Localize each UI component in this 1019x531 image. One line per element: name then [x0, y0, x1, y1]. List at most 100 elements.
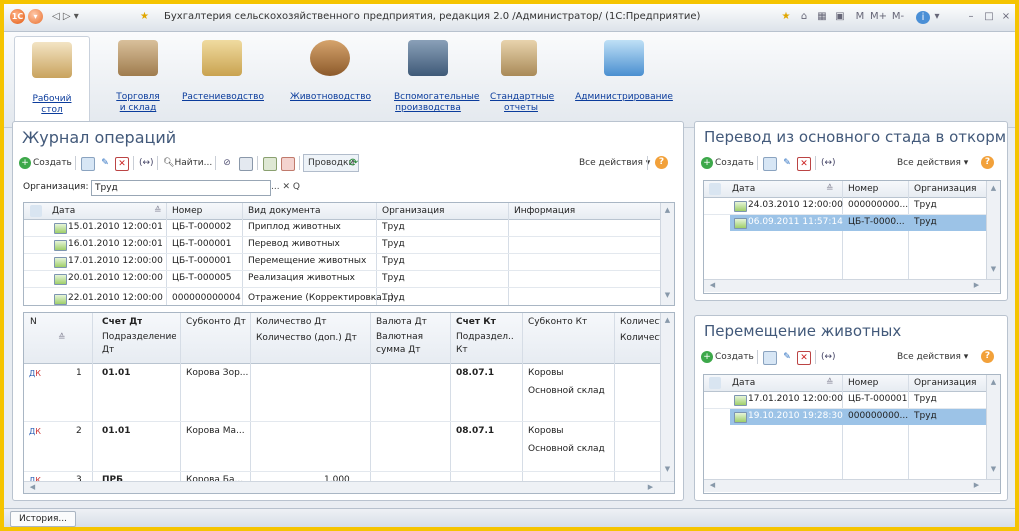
report-icon[interactable]: [263, 157, 277, 171]
transfer-scrollbar[interactable]: ▲ ▼: [986, 181, 1000, 279]
m-plus-button[interactable]: M+: [870, 10, 887, 24]
col-number[interactable]: Номер: [172, 204, 202, 219]
back-icon[interactable]: ◁ ▷ ▾: [52, 10, 79, 24]
star-icon[interactable]: ★: [779, 10, 793, 24]
help-icon[interactable]: ?: [981, 350, 994, 363]
info-dropdown-icon[interactable]: ▾: [932, 10, 942, 24]
all-actions-button[interactable]: Все действия ▾: [897, 154, 968, 172]
scroll-down-icon[interactable]: ▼: [661, 291, 674, 299]
close-button[interactable]: ×: [999, 10, 1013, 24]
move-scrollbar[interactable]: ▲ ▼: [986, 375, 1000, 479]
col-account-dt[interactable]: Счет Дт: [102, 315, 142, 330]
m-minus-button[interactable]: M-: [890, 10, 906, 24]
column-settings-icon[interactable]: [709, 183, 721, 195]
history-button[interactable]: История...: [10, 511, 76, 527]
column-settings-icon[interactable]: [709, 377, 721, 389]
section-admin[interactable]: Администрирование: [574, 35, 674, 123]
create-button[interactable]: Создать: [715, 154, 754, 172]
col-dept-dt[interactable]: Подразделение Дт: [102, 331, 176, 359]
postings-scrollbar-v[interactable]: ▲ ▼: [660, 313, 674, 481]
scroll-right-icon[interactable]: ▶: [970, 481, 983, 489]
post-toggle-icon[interactable]: (↔): [821, 154, 836, 172]
col-dept-kt[interactable]: Подраздел... Кт: [456, 331, 514, 359]
postings-scrollbar-h[interactable]: ◀ ▶: [24, 481, 674, 493]
scroll-left-icon[interactable]: ◀: [706, 481, 719, 489]
col-date[interactable]: Дата: [52, 204, 75, 219]
col-org[interactable]: Организация: [914, 182, 980, 197]
col-date[interactable]: Дата: [732, 376, 755, 391]
menu-icon[interactable]: ▾: [28, 9, 43, 24]
create-button[interactable]: Создать: [715, 348, 754, 366]
m-button[interactable]: M: [854, 10, 866, 24]
col-currency-dt[interactable]: Валюта Дт: [376, 315, 427, 330]
delete-icon[interactable]: ✕: [115, 157, 129, 171]
logo-icon[interactable]: 1С: [10, 9, 25, 24]
section-reports[interactable]: Стандартные отчеты: [490, 35, 554, 123]
edit-pencil-icon[interactable]: ✎: [781, 157, 793, 169]
help-icon[interactable]: ?: [981, 156, 994, 169]
scroll-left-icon[interactable]: ◀: [706, 281, 719, 289]
section-trade[interactable]: Торговля и склад: [98, 35, 178, 123]
calc-icon[interactable]: ▦: [815, 10, 829, 24]
cancel-search-icon[interactable]: ⊘: [221, 157, 233, 169]
col-number[interactable]: Номер: [848, 376, 878, 391]
calendar-icon[interactable]: ▣: [833, 10, 847, 24]
scroll-down-icon[interactable]: ▼: [661, 465, 674, 473]
maximize-button[interactable]: □: [982, 10, 996, 24]
create-button[interactable]: Создать: [33, 154, 72, 172]
all-actions-button[interactable]: Все действия ▾: [579, 154, 650, 172]
find-button[interactable]: 🔍︎Найти...: [163, 154, 212, 172]
minimize-button[interactable]: –: [964, 10, 978, 24]
scroll-up-icon[interactable]: ▲: [987, 184, 1000, 192]
col-org[interactable]: Организация: [914, 376, 980, 391]
info-icon[interactable]: i: [916, 11, 930, 24]
col-org[interactable]: Организация: [382, 204, 444, 219]
scroll-down-icon[interactable]: ▼: [987, 465, 1000, 473]
column-settings-icon[interactable]: [30, 205, 42, 217]
structure-icon[interactable]: [281, 157, 295, 171]
scroll-up-icon[interactable]: ▲: [661, 206, 674, 214]
copy-icon[interactable]: [763, 157, 777, 171]
help-icon[interactable]: ?: [655, 156, 668, 169]
scroll-up-icon[interactable]: ▲: [987, 378, 1000, 386]
col-qty-dt[interactable]: Количество Дт: [256, 315, 327, 330]
section-plants[interactable]: Растениеводство: [182, 35, 264, 123]
col-doctype[interactable]: Вид документа: [248, 204, 321, 219]
section-aux[interactable]: Вспомогательные производства: [380, 35, 479, 123]
post-toggle-icon[interactable]: (↔): [821, 348, 836, 366]
col-date[interactable]: Дата: [732, 182, 755, 197]
copy-icon[interactable]: [81, 157, 95, 171]
copy-icon[interactable]: [763, 351, 777, 365]
org-buttons[interactable]: ... ✕ Q: [271, 180, 300, 195]
transfer-scrollbar-h[interactable]: ◀ ▶: [704, 279, 1000, 292]
edit-pencil-icon[interactable]: ✎: [781, 351, 793, 363]
list-icon[interactable]: [239, 157, 253, 171]
scroll-down-icon[interactable]: ▼: [987, 265, 1000, 273]
col-account-kt[interactable]: Счет Кт: [456, 315, 496, 330]
move-scrollbar-h[interactable]: ◀ ▶: [704, 479, 1000, 492]
col-qty-kt[interactable]: Количест: [620, 315, 660, 330]
col-qty-extra-dt[interactable]: Количество (доп.) Дт: [256, 331, 357, 346]
all-actions-button[interactable]: Все действия ▾: [897, 348, 968, 366]
col-number[interactable]: Номер: [848, 182, 878, 197]
section-desktop[interactable]: Рабочий стол: [14, 36, 90, 125]
edit-pencil-icon[interactable]: ✎: [99, 157, 111, 169]
refresh-icon[interactable]: ⟳: [349, 154, 358, 172]
col-qty-kt2[interactable]: Количест: [620, 331, 660, 346]
scroll-right-icon[interactable]: ▶: [970, 281, 983, 289]
col-n[interactable]: N: [30, 315, 37, 330]
favorites-star-icon[interactable]: ★: [140, 10, 149, 24]
col-currency-sum-dt[interactable]: Валютная сумма Дт: [376, 331, 440, 359]
scroll-right-icon[interactable]: ▶: [644, 483, 657, 491]
scroll-up-icon[interactable]: ▲: [661, 316, 674, 324]
post-toggle-icon[interactable]: (↔): [139, 154, 154, 172]
col-info[interactable]: Информация: [514, 204, 575, 219]
journal-scrollbar[interactable]: ▲ ▼: [660, 203, 674, 305]
delete-icon[interactable]: ✕: [797, 351, 811, 365]
section-animals[interactable]: Животноводство: [290, 35, 371, 123]
scroll-left-icon[interactable]: ◀: [26, 483, 39, 491]
col-subconto-dt[interactable]: Субконто Дт: [186, 315, 246, 330]
delete-icon[interactable]: ✕: [797, 157, 811, 171]
home-icon[interactable]: ⌂: [797, 10, 811, 24]
org-field[interactable]: Труд: [91, 180, 271, 196]
